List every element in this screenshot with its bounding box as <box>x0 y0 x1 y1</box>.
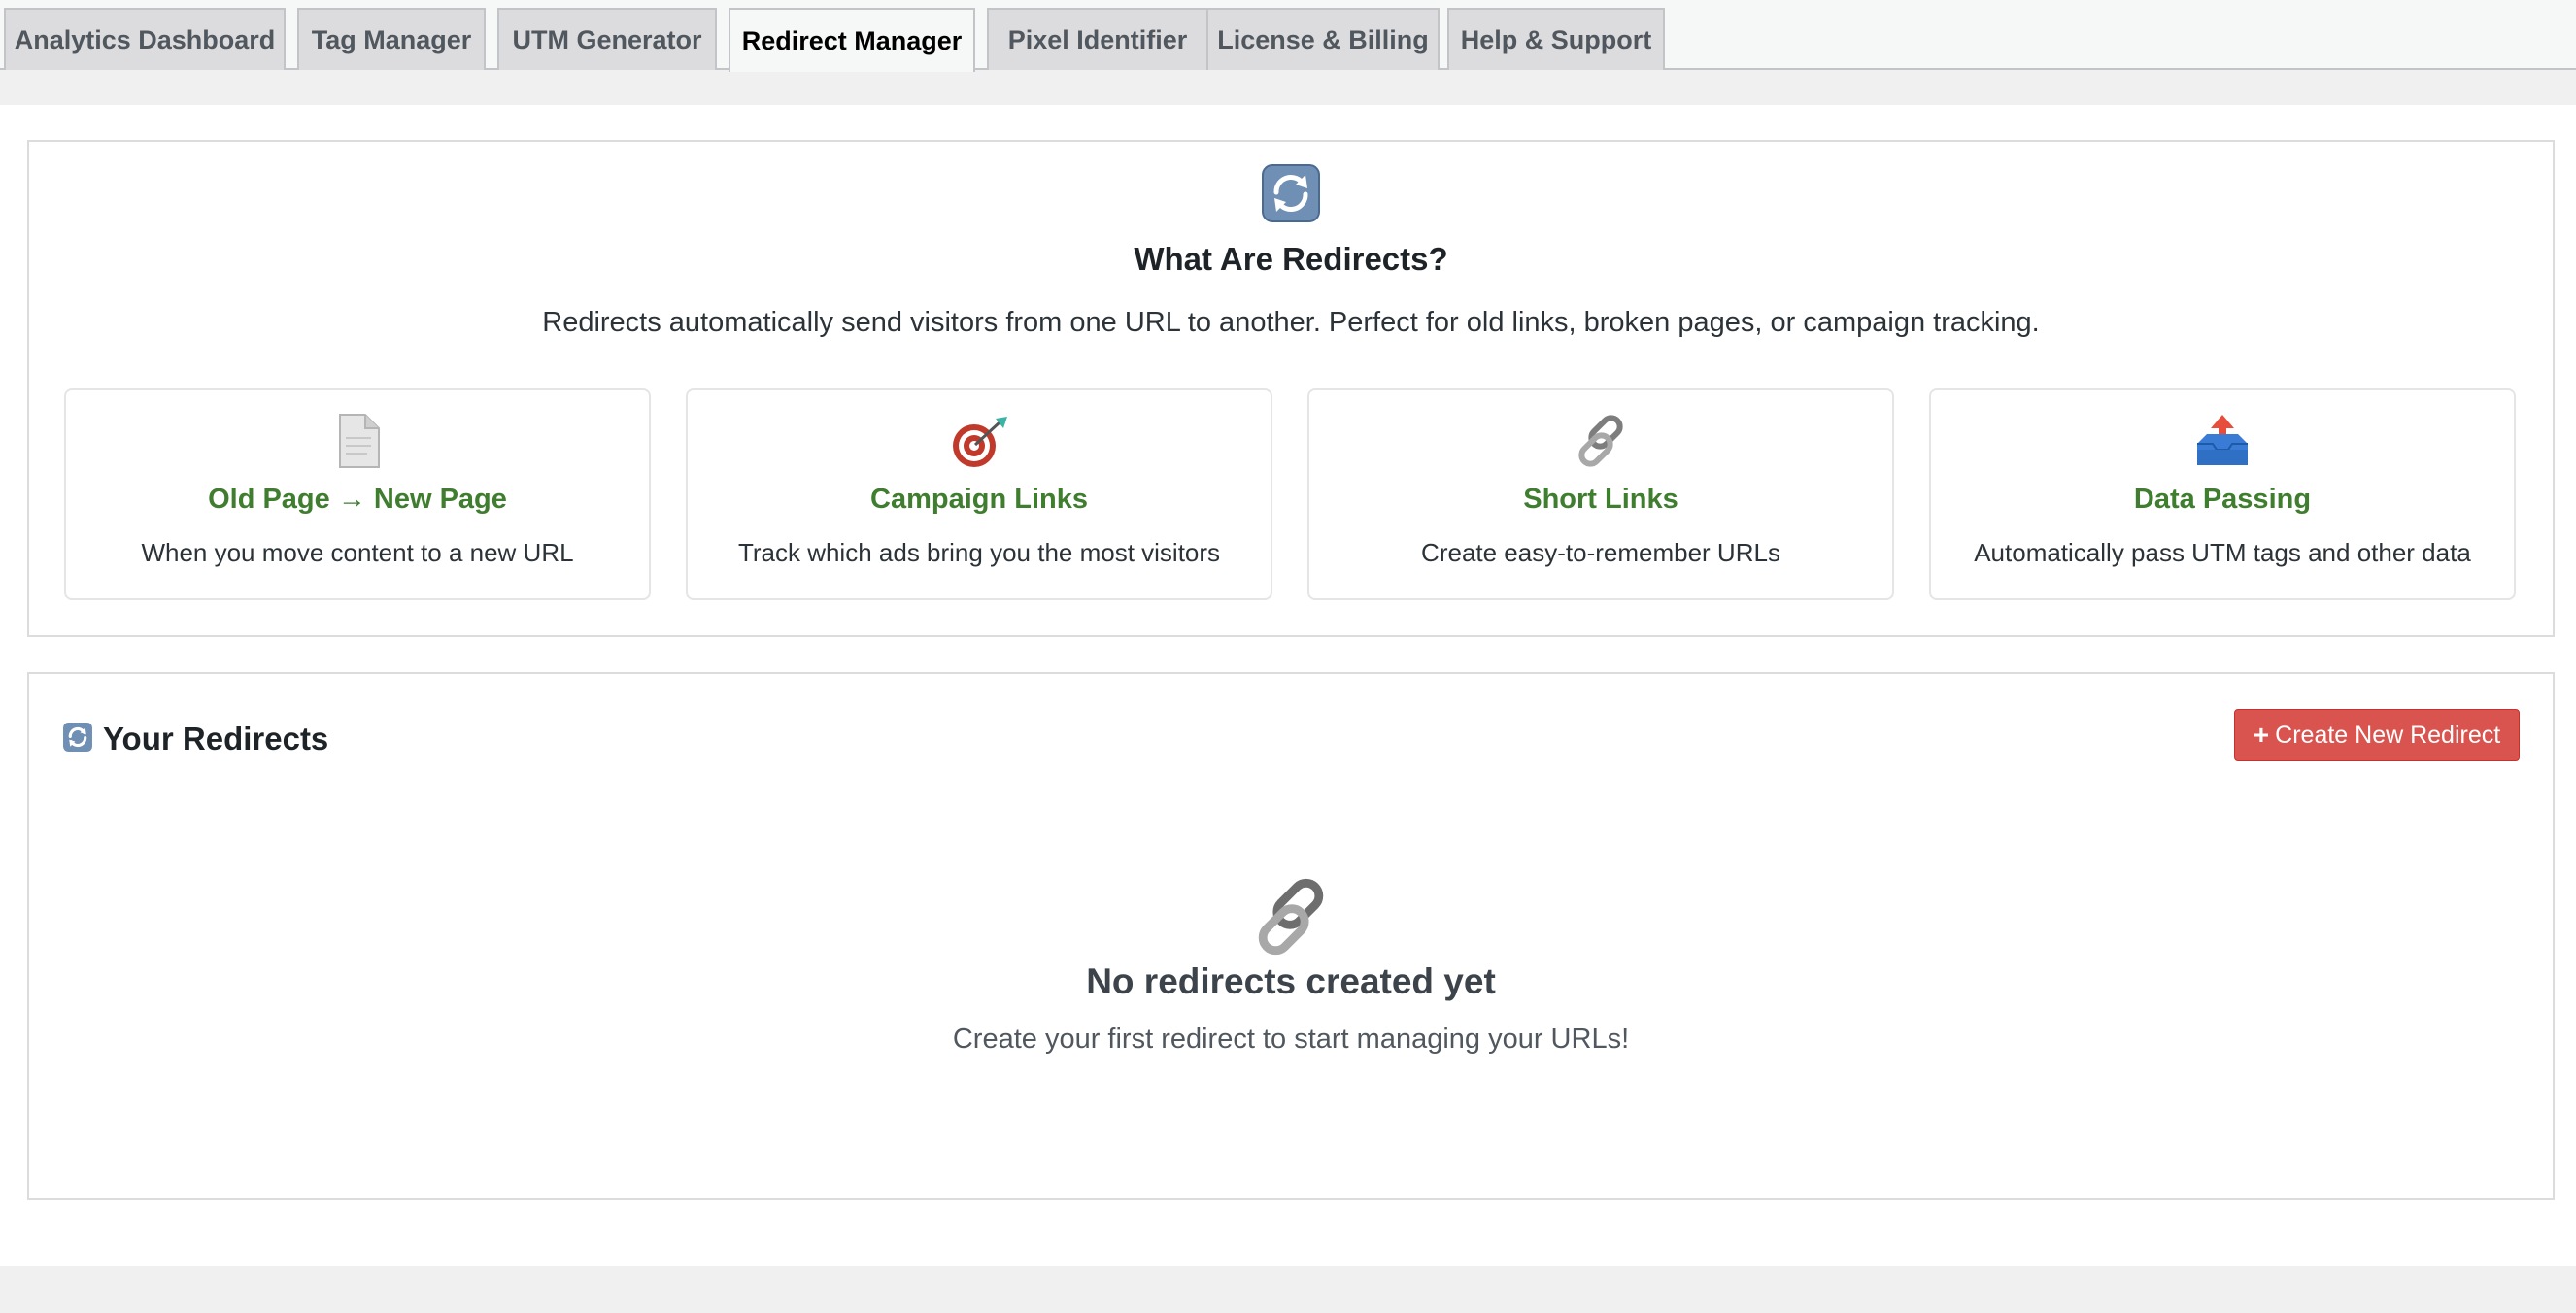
redirects-panel: Your Redirects + Create New Redirect No … <box>27 672 2555 1200</box>
page-document-icon <box>66 412 649 470</box>
refresh-arrows-icon <box>29 163 2553 228</box>
feature-card-campaign-links: Campaign Links Track which ads bring you… <box>686 388 1272 600</box>
create-new-redirect-label: Create New Redirect <box>2275 721 2501 749</box>
tab-utm-generator[interactable]: UTM Generator <box>497 8 717 70</box>
chain-link-icon <box>1309 412 1892 470</box>
footer-area <box>0 1266 2576 1313</box>
create-new-redirect-button[interactable]: + Create New Redirect <box>2234 709 2520 761</box>
tab-tag-manager[interactable]: Tag Manager <box>297 8 486 70</box>
feature-card-title: Old Page → New Page <box>208 484 507 515</box>
feature-card-title: Campaign Links <box>870 484 1088 515</box>
feature-card-description: Create easy-to-remember URLs <box>1421 538 1780 567</box>
redirects-title: Your Redirects <box>103 721 329 757</box>
feature-card-data-passing: Data Passing Automatically pass UTM tags… <box>1929 388 2516 600</box>
feature-card-description: Track which ads bring you the most visit… <box>737 538 1221 567</box>
empty-state-title: No redirects created yet <box>1086 961 1496 1001</box>
intro-description: Redirects automatically send visitors fr… <box>542 307 2040 338</box>
tab-pixel-identifier[interactable]: Pixel Identifier <box>987 8 1208 70</box>
feature-card-old-page: Old Page → New Page When you move conten… <box>64 388 651 600</box>
nav-tabs: Analytics Dashboard Tag Manager UTM Gene… <box>0 0 2576 72</box>
tab-help-support[interactable]: Help & Support <box>1447 8 1665 70</box>
feature-card-description: Automatically pass UTM tags and other da… <box>1974 538 2471 567</box>
feature-card-description: When you move content to a new URL <box>141 538 574 567</box>
tab-analytics-dashboard[interactable]: Analytics Dashboard <box>4 8 286 70</box>
redirects-header: Your Redirects <box>62 715 328 763</box>
tab-redirect-manager[interactable]: Redirect Manager <box>729 8 975 72</box>
feature-card-short-links: Short Links Create easy-to-remember URLs <box>1307 388 1894 600</box>
tab-license-billing[interactable]: License & Billing <box>1206 8 1440 70</box>
feature-card-title: Data Passing <box>2133 484 2312 515</box>
outbox-tray-icon <box>1931 412 2514 470</box>
intro-title: What Are Redirects? <box>1134 241 1448 277</box>
target-dart-icon <box>688 412 1271 470</box>
feature-card-title: Short Links <box>1523 484 1678 515</box>
plus-icon: + <box>2253 720 2270 750</box>
empty-state-description: Create your first redirect to start mana… <box>952 1024 1630 1055</box>
intro-panel: What Are Redirects? Redirects automatica… <box>27 140 2555 637</box>
chain-link-icon <box>29 874 2553 964</box>
refresh-arrows-icon <box>62 722 93 758</box>
